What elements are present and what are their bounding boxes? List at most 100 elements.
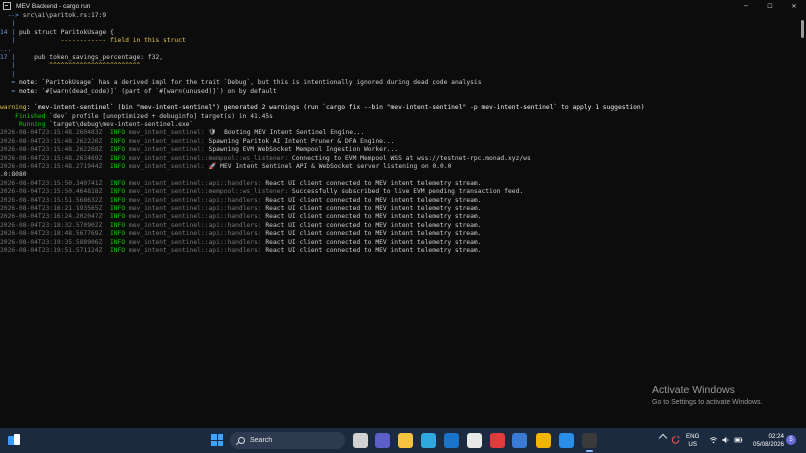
- terminal-text: mev_intent_sentinel::api::handlers:: [125, 196, 262, 204]
- volume-icon[interactable]: [721, 436, 730, 444]
- clock[interactable]: 02:24 05/08/2026: [752, 433, 784, 448]
- wifi-icon[interactable]: [709, 436, 718, 444]
- terminal-text: Running: [0, 121, 46, 129]
- terminal-text: ------------ field in this struct: [15, 37, 186, 45]
- terminal-line: = note: `ParitokUsage` has a derived imp…: [0, 79, 800, 87]
- window-controls: ─ ☐ ✕: [734, 0, 806, 12]
- terminal-line: 2026-08-04T23:15:51.568632Z INFO mev_int…: [0, 197, 800, 205]
- terminal-text: src\ai\paritok.rs:17:9: [22, 12, 107, 19]
- terminal-text: =: [0, 79, 19, 87]
- terminal-line: | ------------ field in this struct: [0, 37, 800, 45]
- terminal-text: INFO: [102, 196, 126, 204]
- watermark-title: Activate Windows: [652, 384, 735, 396]
- terminal-text: 2026-08-04T23:15:50.340741Z: [0, 179, 103, 187]
- terminal-line: 2026-08-04T23:18:32.570902Z INFO mev_int…: [0, 222, 800, 230]
- terminal-line: 2026-08-04T23:15:48.260483Z INFO mev_int…: [0, 129, 800, 137]
- terminal-line: Finished `dev` profile [unoptimized + de…: [0, 113, 800, 121]
- update-icon[interactable]: [671, 436, 680, 444]
- minimize-button[interactable]: ─: [734, 0, 758, 12]
- terminal-text: mev_intent_sentinel:: [125, 146, 205, 154]
- watermark-subtitle: Go to Settings to activate Windows.: [652, 399, 763, 406]
- task-view-icon[interactable]: [353, 433, 368, 448]
- terminal-app-icon: [3, 2, 11, 10]
- store-icon[interactable]: [467, 433, 482, 448]
- terminal-text: 2026-08-04T23:16:24.202047Z: [0, 213, 103, 221]
- remote-desktop-icon[interactable]: [512, 433, 527, 448]
- file-explorer-icon[interactable]: [398, 433, 413, 448]
- terminal-text: mev_intent_sentinel::api::handlers:: [125, 246, 262, 254]
- terminal-text: |: [0, 20, 16, 28]
- terminal-text: React UI client connected to MEV intent …: [261, 238, 482, 246]
- terminal-text: .0:8080: [0, 171, 27, 179]
- terminal-text: INFO: [102, 188, 126, 196]
- terminal-text: 🚀 MEV Intent Sentinel API & WebSocket se…: [204, 163, 452, 171]
- terminal-text: 2026-08-04T23:19:51.571124Z: [0, 246, 103, 254]
- terminal-text: 2026-08-04T23:15:48.271944Z: [0, 163, 103, 171]
- terminal-text: React UI client connected to MEV intent …: [261, 204, 482, 212]
- terminal-text: INFO: [102, 137, 126, 145]
- taskbar-search[interactable]: Search: [230, 432, 345, 449]
- terminal-text: note: [18, 79, 35, 87]
- terminal-text: ...: [0, 45, 12, 53]
- terminal-text: pub struct ParitokUsage {: [15, 28, 114, 36]
- terminal-line: 2026-08-04T23:15:50.464818Z INFO mev_int…: [0, 188, 800, 196]
- terminal-text: mev_intent_sentinel:: [125, 129, 205, 137]
- terminal-text: INFO: [102, 221, 126, 229]
- terminal-text: Successfully subscribed to live EVM pend…: [288, 188, 524, 196]
- terminal-text: React UI client connected to MEV intent …: [261, 179, 482, 187]
- search-icon: [238, 437, 245, 444]
- terminal-text: INFO: [102, 179, 126, 187]
- terminal-line: .0:8080: [0, 171, 800, 179]
- vscode-icon[interactable]: [559, 433, 574, 448]
- terminal-text: : `ParitokUsage` has a derived impl for …: [34, 79, 482, 87]
- terminal-text: INFO: [102, 163, 126, 171]
- terminal-line: --> src\ai\paritok.rs:17:9: [0, 12, 800, 20]
- clock-date: 05/08/2026: [753, 440, 784, 448]
- maximize-button[interactable]: ☐: [758, 0, 782, 12]
- terminal-text: React UI client connected to MEV intent …: [261, 221, 482, 229]
- terminal-line: 14 | pub struct ParitokUsage {: [0, 29, 800, 37]
- terminal-line: 2026-08-04T23:15:48.271944Z INFO mev_int…: [0, 163, 800, 171]
- terminal-text: 17 |: [0, 53, 16, 61]
- terminal-text: pub token_savings_percentage: f32,: [15, 53, 164, 61]
- terminal-text: Spawning EVM WebSocket Mempool Ingestion…: [204, 146, 399, 154]
- terminal-text: note: [18, 87, 35, 95]
- edge-icon[interactable]: [421, 433, 436, 448]
- terminal-text: |: [0, 62, 16, 70]
- terminal-text: mev_intent_sentinel::api::handlers:: [125, 179, 262, 187]
- terminal-text: 2026-08-04T23:15:48.262268Z: [0, 146, 103, 154]
- terminal-text: |: [0, 70, 16, 78]
- search-label: Search: [250, 437, 273, 444]
- terminal-scrollbar[interactable]: [801, 14, 805, 426]
- terminal-output[interactable]: --> src\ai\paritok.rs:17:9 | 14 | pub str…: [0, 12, 800, 428]
- battery-icon[interactable]: [734, 436, 743, 444]
- chrome-icon[interactable]: [536, 433, 551, 448]
- terminal-text: mev_intent_sentinel::api::handlers:: [125, 213, 262, 221]
- terminal-text: INFO: [102, 213, 126, 221]
- terminal-line: 2026-08-04T23:19:51.571124Z INFO mev_int…: [0, 247, 800, 255]
- terminal-text: Spawning Paritok AI Intent Pruner & DFA …: [204, 137, 395, 145]
- chat-icon[interactable]: [375, 433, 390, 448]
- start-button[interactable]: [211, 434, 223, 446]
- chevron-up-icon[interactable]: [658, 433, 668, 443]
- terminal-icon[interactable]: [582, 433, 597, 452]
- terminal-text: 2026-08-04T23:15:48.262226Z: [0, 137, 103, 145]
- language-indicator[interactable]: ENG US: [686, 433, 699, 448]
- red-app-icon[interactable]: [490, 433, 505, 448]
- terminal-text: mev_intent_sentinel:: [125, 137, 205, 145]
- terminal-line: 2026-08-04T23:15:50.340741Z INFO mev_int…: [0, 180, 800, 188]
- notification-badge[interactable]: 5: [786, 435, 796, 445]
- close-button[interactable]: ✕: [782, 0, 806, 12]
- terminal-text: `target\debug\mev-intent-sentinel.exe`: [45, 121, 194, 129]
- widgets-icon[interactable]: [6, 433, 22, 448]
- terminal-text: =: [0, 87, 19, 95]
- terminal-line: 2026-08-04T23:19:35.588906Z INFO mev_int…: [0, 239, 800, 247]
- title-bar: MEV Backend - cargo run ─ ☐ ✕: [0, 0, 806, 12]
- terminal-line: 17 | pub token_savings_percentage: f32,: [0, 54, 800, 62]
- terminal-text: React UI client connected to MEV intent …: [261, 246, 482, 254]
- window-title: MEV Backend - cargo run: [16, 2, 91, 10]
- outlook-icon[interactable]: [444, 433, 459, 448]
- scrollbar-thumb[interactable]: [801, 20, 804, 38]
- terminal-text: INFO: [102, 238, 126, 246]
- terminal-text: INFO: [102, 146, 126, 154]
